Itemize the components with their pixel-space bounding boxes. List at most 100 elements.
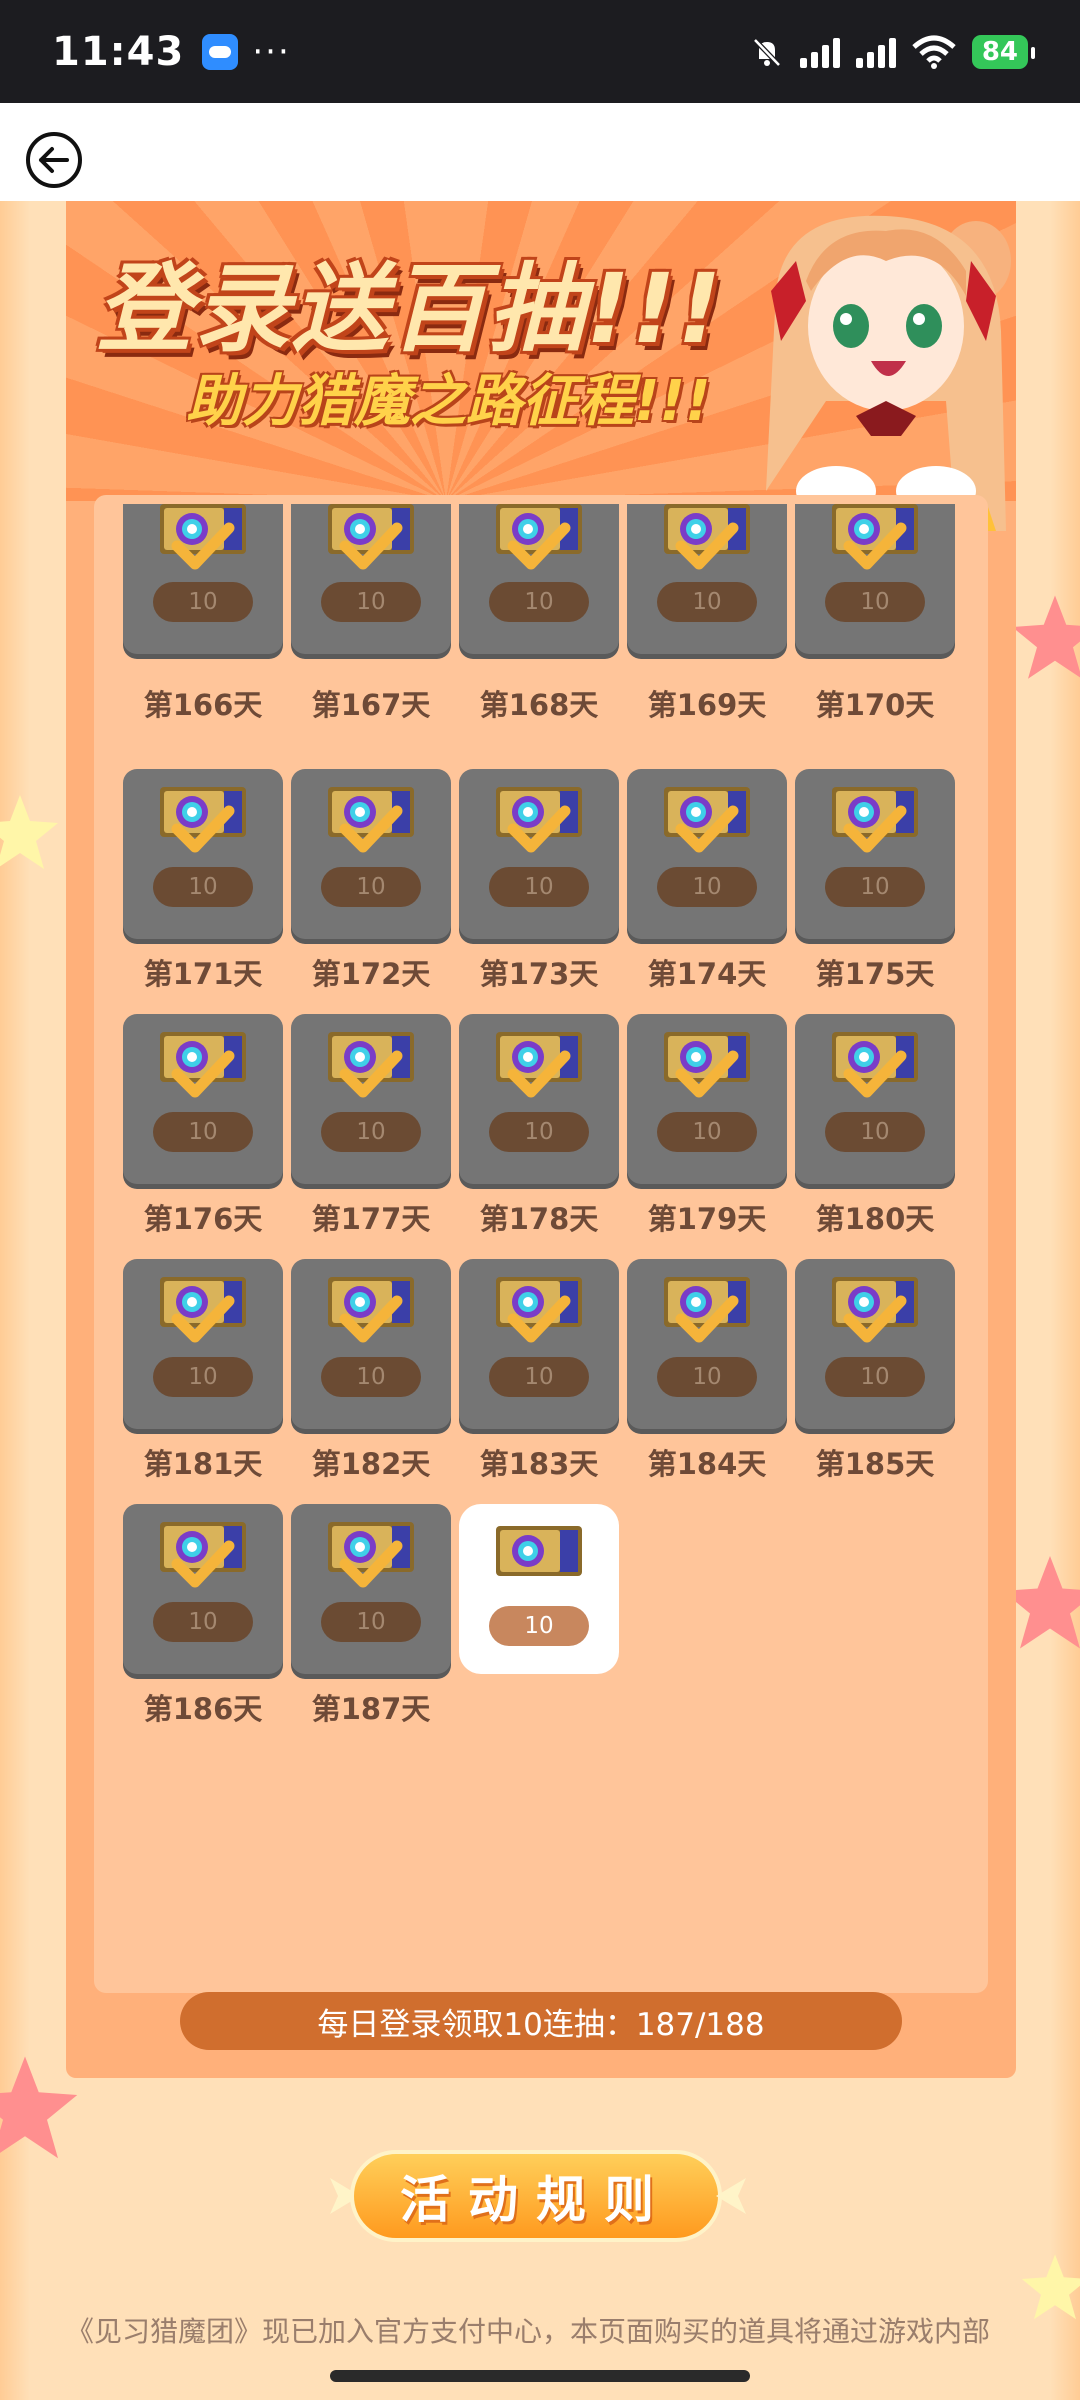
- reward-cell: 10 第184天: [627, 1259, 787, 1504]
- reward-box-claimed: 10: [795, 1014, 955, 1184]
- login-progress-bar: 每日登录领取10连抽：187/188: [180, 1992, 902, 2050]
- checkmark-icon: [339, 520, 403, 572]
- reward-cell: 10 第172天: [291, 769, 451, 1014]
- reward-box-claimed: 10: [795, 504, 955, 654]
- reward-box-claimed: 10: [459, 1014, 619, 1184]
- status-time: 11:43: [52, 28, 185, 75]
- reward-quantity: 10: [321, 867, 421, 907]
- reward-cell: 10 第175天: [795, 769, 955, 1014]
- checkmark-icon: [171, 520, 235, 572]
- reward-box-claimed: 10: [123, 1259, 283, 1429]
- mute-bell-icon: [753, 37, 781, 67]
- reward-quantity: 10: [489, 1112, 589, 1152]
- reward-quantity: 10: [489, 1357, 589, 1397]
- reward-quantity: 10: [321, 1357, 421, 1397]
- reward-quantity: 10: [657, 867, 757, 907]
- day-label: 第181天: [143, 1447, 263, 1481]
- day-label: 第173天: [479, 957, 599, 991]
- day-label: 第186天: [143, 1692, 263, 1726]
- day-label: 第183天: [479, 1447, 599, 1481]
- day-label: 第172天: [311, 957, 431, 991]
- reward-quantity: 10: [321, 1112, 421, 1152]
- cloud-app-icon: [202, 33, 239, 70]
- reward-cell: 10 第179天: [627, 1014, 787, 1259]
- reward-box-claimed: 10: [291, 1504, 451, 1674]
- checkmark-icon: [507, 803, 571, 855]
- reward-cell: 10 第187天: [291, 1504, 451, 1749]
- day-label: 第176天: [143, 1202, 263, 1236]
- day-label: 第171天: [143, 957, 263, 991]
- reward-quantity: 10: [489, 867, 589, 907]
- day-label: 第180天: [815, 1202, 935, 1236]
- checkmark-icon: [339, 1538, 403, 1590]
- reward-cell: 10 第171天: [123, 769, 283, 1014]
- checkmark-icon: [843, 1293, 907, 1345]
- status-bar: 11:43 ··· 84: [0, 0, 1080, 103]
- reward-cell: 10 第178天: [459, 1014, 619, 1259]
- signal-icon-1: [799, 36, 840, 68]
- reward-box-claimed: 10: [291, 1014, 451, 1184]
- reward-box-claimed: 10: [291, 769, 451, 939]
- reward-panel: 10 第166天 10 第167天 10 第168天 10 第169天 10 第170天 10 第17…: [94, 495, 988, 1993]
- reward-box-claimed: 10: [123, 504, 283, 654]
- event-banner: 登录送百抽!!! 助力猎魔之路征程!!!: [66, 201, 1016, 531]
- checkmark-icon: [171, 803, 235, 855]
- checkmark-icon: [675, 1293, 739, 1345]
- reward-box-claimed: 10: [627, 769, 787, 939]
- reward-quantity: 10: [321, 1602, 421, 1642]
- checkmark-icon: [675, 1048, 739, 1100]
- checkmark-icon: [843, 520, 907, 572]
- status-indicators: 84: [750, 34, 1036, 69]
- reward-box-claimed: 10: [123, 769, 283, 939]
- reward-cell[interactable]: 10: [459, 1504, 619, 1749]
- checkmark-icon: [507, 520, 571, 572]
- app-header: [0, 103, 1080, 201]
- reward-cell: 10 第181天: [123, 1259, 283, 1504]
- checkmark-icon: [675, 520, 739, 572]
- reward-box-current[interactable]: 10: [459, 1504, 619, 1674]
- sparkle-right-icon: [716, 2178, 746, 2214]
- reward-cell: 10 第170天: [795, 504, 955, 769]
- checkmark-icon: [339, 1048, 403, 1100]
- reward-cell: 10 第177天: [291, 1014, 451, 1259]
- reward-quantity: 10: [153, 1357, 253, 1397]
- checkmark-icon: [171, 1293, 235, 1345]
- day-label: 第168天: [479, 688, 599, 722]
- activity-rules-button[interactable]: 活动规则: [350, 2150, 722, 2242]
- gacha-ticket-icon: [494, 1522, 584, 1580]
- checkmark-icon: [843, 803, 907, 855]
- reward-grid: 10 第166天 10 第167天 10 第168天 10 第169天 10 第170天 10 第17…: [123, 504, 963, 1749]
- wifi-icon: [912, 35, 956, 69]
- reward-cell: 10 第168天: [459, 504, 619, 769]
- reward-box-claimed: 10: [459, 769, 619, 939]
- day-label: 第178天: [479, 1202, 599, 1236]
- reward-cell: 10 第166天: [123, 504, 283, 769]
- reward-cell: 10 第182天: [291, 1259, 451, 1504]
- day-label: 第175天: [815, 957, 935, 991]
- reward-quantity: 10: [657, 1357, 757, 1397]
- day-label: 第179天: [647, 1202, 767, 1236]
- star-decoration-icon: [1021, 2254, 1080, 2320]
- star-decoration-icon: [1012, 595, 1080, 679]
- checkmark-icon: [507, 1293, 571, 1345]
- status-more-dots: ···: [252, 31, 291, 72]
- back-button[interactable]: [26, 132, 82, 188]
- day-label: 第182天: [311, 1447, 431, 1481]
- reward-box-claimed: 10: [459, 504, 619, 654]
- reward-box-claimed: 10: [123, 1504, 283, 1674]
- footer-notice: 《见习猎魔团》现已加入官方支付中心，本页面购买的道具将通过游戏内部: [66, 2315, 991, 2348]
- reward-quantity: 10: [825, 867, 925, 907]
- signal-icon-2: [855, 36, 896, 68]
- day-label: 第166天: [143, 688, 263, 722]
- reward-quantity: 10: [153, 867, 253, 907]
- day-label: 第184天: [647, 1447, 767, 1481]
- day-label: 第185天: [815, 1447, 935, 1481]
- reward-cell: 10 第174天: [627, 769, 787, 1014]
- day-label: 第170天: [815, 688, 935, 722]
- banner-subtitle: 助力猎魔之路征程!!!: [186, 369, 711, 434]
- checkmark-icon: [339, 803, 403, 855]
- mascot-character-image: [766, 215, 1011, 531]
- home-indicator[interactable]: [330, 2370, 750, 2382]
- reward-box-claimed: 10: [795, 1259, 955, 1429]
- reward-quantity: 10: [153, 582, 253, 622]
